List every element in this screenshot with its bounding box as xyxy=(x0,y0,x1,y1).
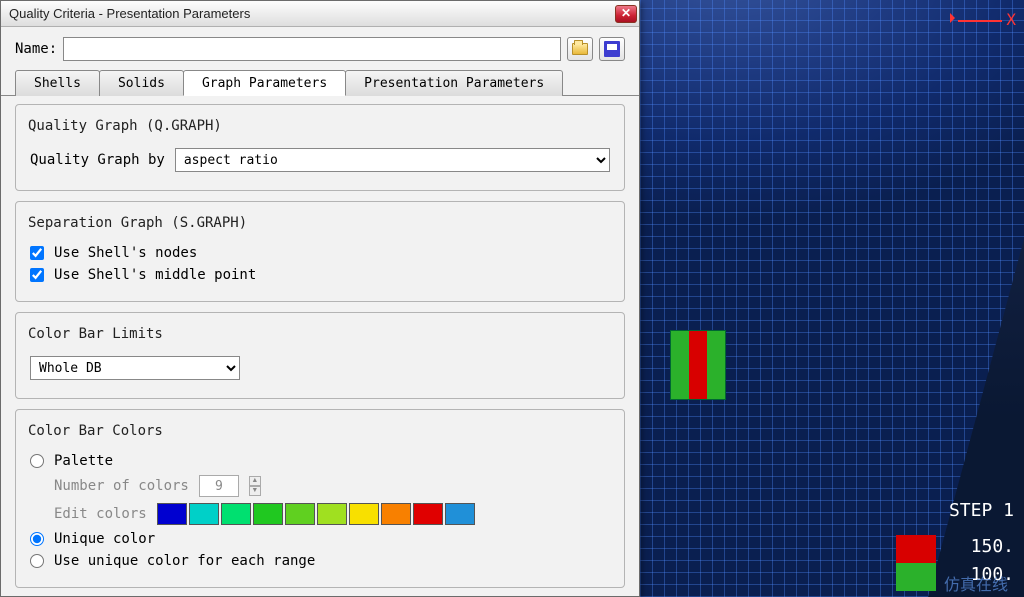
unique-each-range-label: Use unique color for each range xyxy=(54,553,315,569)
color-swatch-0[interactable] xyxy=(157,503,187,525)
color-swatch-6[interactable] xyxy=(349,503,379,525)
use-shells-middle-checkbox[interactable] xyxy=(30,268,44,282)
tab-content: Quality Graph (Q.GRAPH) Quality Graph by… xyxy=(1,96,639,596)
unique-each-range-radio[interactable] xyxy=(30,554,44,568)
use-shells-nodes-label: Use Shell's nodes xyxy=(54,245,197,261)
legend-value-0: 150. xyxy=(971,536,1014,557)
color-bar-limits-select[interactable]: Whole DB xyxy=(30,356,240,380)
legend-swatch-1 xyxy=(896,563,936,591)
color-swatch-4[interactable] xyxy=(285,503,315,525)
tab-bar: Shells Solids Graph Parameters Presentat… xyxy=(1,69,639,96)
quality-criteria-dialog: Quality Criteria - Presentation Paramete… xyxy=(0,0,640,597)
floppy-icon xyxy=(604,41,620,57)
color-swatch-2[interactable] xyxy=(221,503,251,525)
edit-colors-label: Edit colors xyxy=(54,506,147,522)
open-button[interactable] xyxy=(567,37,593,61)
group-title-limits: Color Bar Limits xyxy=(24,326,167,342)
titlebar[interactable]: Quality Criteria - Presentation Paramete… xyxy=(1,1,639,27)
legend-swatch-0 xyxy=(896,535,936,563)
use-shells-nodes-checkbox[interactable] xyxy=(30,246,44,260)
group-title-separation: Separation Graph (S.GRAPH) xyxy=(24,215,251,231)
group-separation-graph: Separation Graph (S.GRAPH) Use Shell's n… xyxy=(15,201,625,302)
close-button[interactable]: ✕ xyxy=(615,5,637,23)
name-label: Name: xyxy=(15,41,57,57)
tab-graph-parameters[interactable]: Graph Parameters xyxy=(183,70,346,96)
group-title-colors: Color Bar Colors xyxy=(24,423,167,439)
name-input[interactable] xyxy=(63,37,561,61)
num-colors-label: Number of colors xyxy=(54,478,189,494)
color-swatch-5[interactable] xyxy=(317,503,347,525)
step-indicator: STEP 1 xyxy=(949,500,1014,521)
unique-color-label: Unique color xyxy=(54,531,155,547)
quality-graph-by-select[interactable]: aspect ratio xyxy=(175,148,610,172)
group-color-bar-limits: Color Bar Limits Whole DB xyxy=(15,312,625,399)
color-swatch-9[interactable] xyxy=(445,503,475,525)
color-swatch-7[interactable] xyxy=(381,503,411,525)
spinner-buttons[interactable]: ▲▼ xyxy=(249,476,261,496)
num-colors-spinner[interactable] xyxy=(199,475,239,497)
color-swatch-strip[interactable] xyxy=(157,503,475,525)
tab-shells[interactable]: Shells xyxy=(15,70,100,96)
save-button[interactable] xyxy=(599,37,625,61)
axis-x-label: X xyxy=(958,10,1016,29)
tab-solids[interactable]: Solids xyxy=(99,70,184,96)
use-shells-middle-label: Use Shell's middle point xyxy=(54,267,256,283)
viewport-3d[interactable]: X STEP 1 150. 100. 仿真在线 xyxy=(640,0,1024,597)
folder-icon xyxy=(572,43,588,55)
watermark-cn: 仿真在线 xyxy=(944,571,1008,595)
tab-presentation-parameters[interactable]: Presentation Parameters xyxy=(345,70,563,96)
group-title-quality: Quality Graph (Q.GRAPH) xyxy=(24,118,226,134)
highlighted-elements xyxy=(670,330,726,400)
color-swatch-1[interactable] xyxy=(189,503,219,525)
palette-label: Palette xyxy=(54,453,113,469)
color-swatch-3[interactable] xyxy=(253,503,283,525)
dialog-title: Quality Criteria - Presentation Paramete… xyxy=(9,6,615,21)
unique-color-radio[interactable] xyxy=(30,532,44,546)
quality-graph-by-label: Quality Graph by xyxy=(30,152,165,168)
palette-radio[interactable] xyxy=(30,454,44,468)
group-color-bar-colors: Color Bar Colors Palette Number of color… xyxy=(15,409,625,588)
color-swatch-8[interactable] xyxy=(413,503,443,525)
group-quality-graph: Quality Graph (Q.GRAPH) Quality Graph by… xyxy=(15,104,625,191)
